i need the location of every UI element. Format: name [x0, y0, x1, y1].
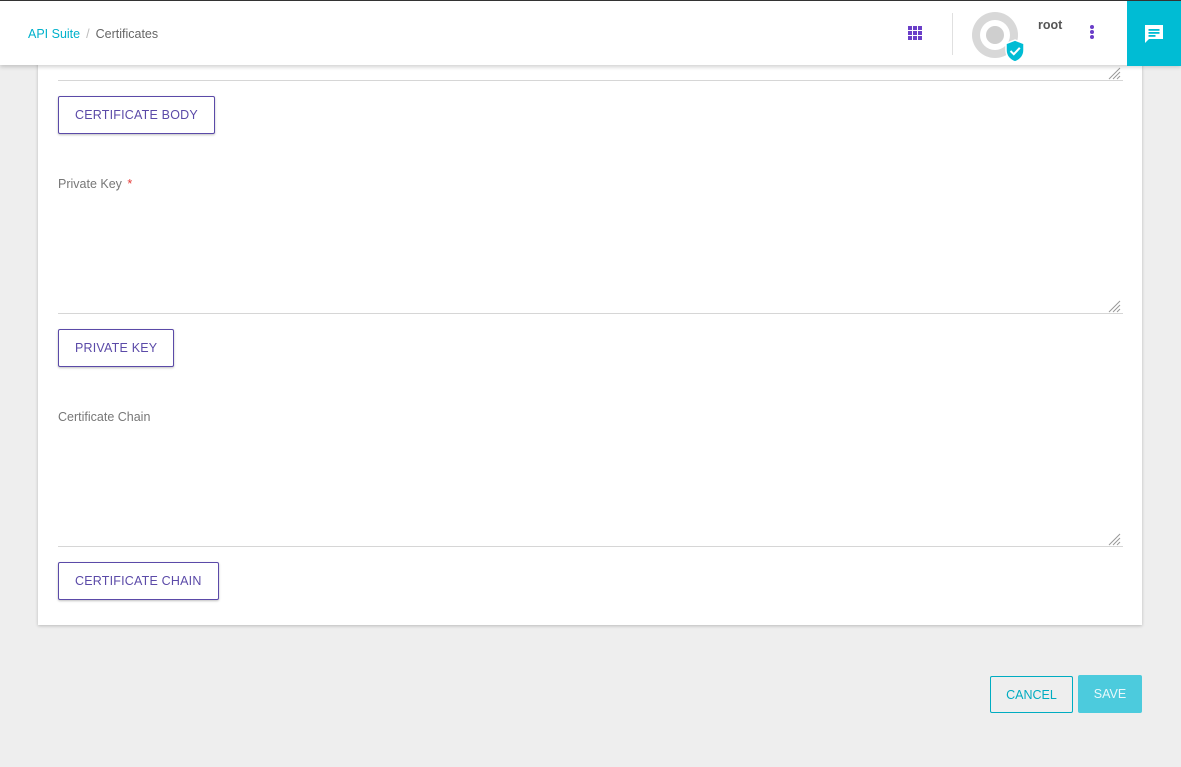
private-key-textarea[interactable] [58, 198, 1123, 314]
more-vertical-icon[interactable] [1088, 25, 1096, 41]
breadcrumb-link-api-suite[interactable]: API Suite [28, 27, 80, 41]
resize-handle-icon[interactable] [1108, 533, 1121, 546]
breadcrumb-current-certificates: Certificates [95, 27, 159, 41]
resize-handle-icon[interactable] [1108, 67, 1121, 80]
private-key-label-text: Private Key [58, 177, 122, 191]
resize-handle-icon[interactable] [1108, 300, 1121, 313]
username-label[interactable]: root [1038, 18, 1062, 32]
apps-grid-icon[interactable] [908, 26, 922, 40]
breadcrumb-separator: / [86, 27, 90, 41]
certificate-chain-textarea[interactable] [58, 431, 1123, 547]
required-marker: * [127, 177, 133, 191]
top-app-bar: API Suite / Certificates root [0, 0, 1181, 66]
certificate-form-card: CERTIFICATE BODY Private Key * PRIVATE K… [38, 40, 1142, 625]
certificate-chain-upload-button[interactable]: CERTIFICATE CHAIN [58, 562, 219, 600]
breadcrumb: API Suite / Certificates [28, 27, 158, 41]
certificate-body-upload-button[interactable]: CERTIFICATE BODY [58, 96, 215, 134]
chat-icon [1145, 24, 1163, 43]
private-key-upload-button[interactable]: PRIVATE KEY [58, 329, 175, 367]
header-divider [952, 13, 953, 55]
certificate-chain-label: Certificate Chain [58, 410, 151, 424]
verified-shield-icon [1005, 39, 1025, 63]
cancel-button[interactable]: CANCEL [990, 676, 1073, 713]
private-key-label: Private Key * [58, 177, 132, 191]
save-button[interactable]: SAVE [1078, 675, 1142, 713]
chat-button[interactable] [1127, 1, 1181, 66]
